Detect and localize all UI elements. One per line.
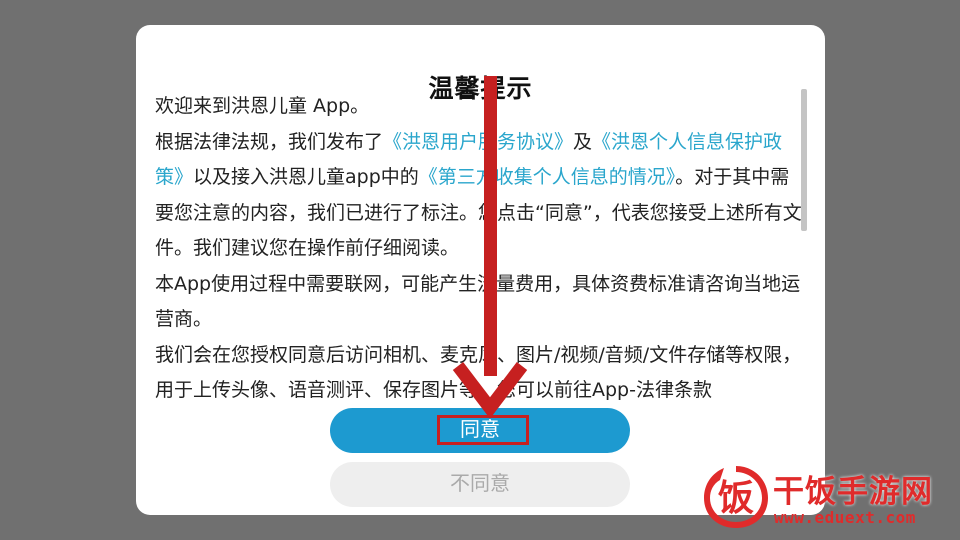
watermark-url: www.eduext.com (774, 508, 916, 527)
watermark-name: 干饭手游网 (773, 474, 933, 510)
site-watermark: 饭 干饭手游网 www.eduext.com (700, 458, 950, 534)
annotation-highlight-box (437, 415, 529, 445)
watermark-logo-icon: 饭 (704, 466, 768, 528)
watermark-logo-char: 饭 (718, 478, 754, 519)
